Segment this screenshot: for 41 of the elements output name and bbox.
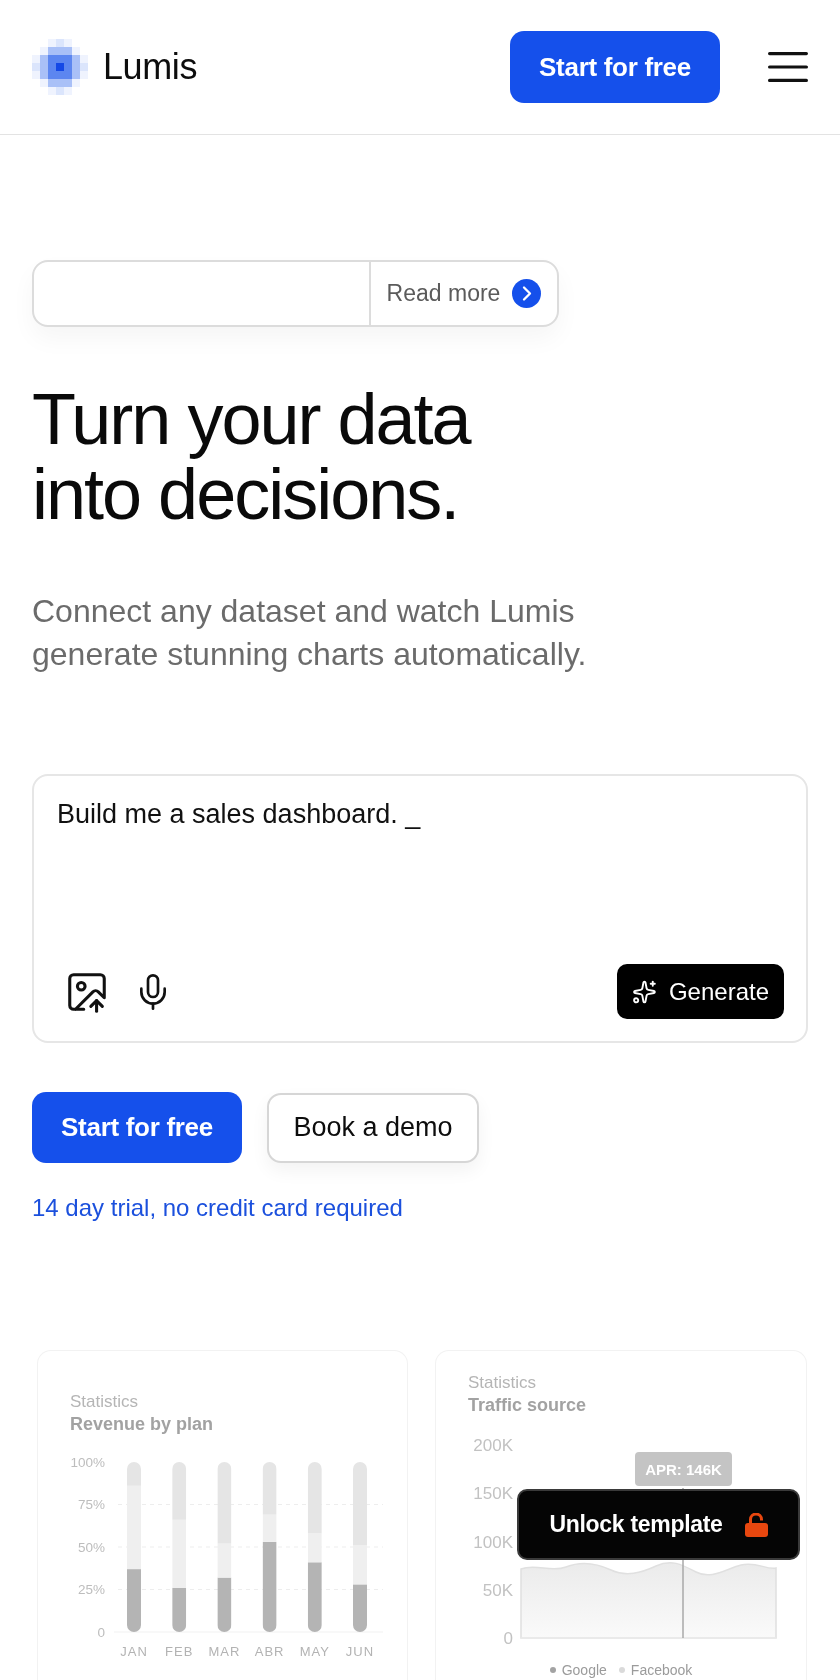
legend-label: Google [561, 1662, 607, 1678]
month-label: FEB [165, 1644, 194, 1659]
brand-name: Lumis [103, 46, 198, 88]
hero-heading: Turn your data into decisions. [32, 382, 472, 532]
menu-icon[interactable] [768, 52, 808, 82]
bar-segment [127, 1569, 141, 1632]
axis-label: 75% [77, 1497, 105, 1512]
month-label: MAY [299, 1644, 330, 1659]
chart-tooltip: APR: 146K [635, 1452, 732, 1486]
axis-label: 25% [77, 1582, 105, 1597]
legend-label: Facebook [630, 1662, 693, 1678]
axis-label: 200K [473, 1436, 513, 1455]
axis-label: 150K [473, 1484, 513, 1504]
primary-button[interactable]: Start for free [510, 31, 720, 103]
axis-label: 100K [473, 1532, 513, 1552]
bar-segment [172, 1462, 187, 1520]
read-more-link[interactable]: Read more [369, 262, 557, 325]
axis-label: 50% [77, 1539, 105, 1555]
month-label: JUN [345, 1644, 375, 1659]
chart-eyebrow: Statistics [70, 1392, 140, 1412]
axis-label: 0 [503, 1629, 513, 1648]
prompt-input[interactable]: Build me a sales dashboard. _ [57, 797, 784, 964]
generate-button[interactable]: Generate [617, 964, 784, 1019]
month-label: MAR [208, 1644, 241, 1659]
trial-note: 14 day trial, no credit card required [32, 1193, 404, 1223]
chart-eyebrow: Statistics [468, 1373, 538, 1393]
chart-title: Revenue by plan [70, 1413, 215, 1435]
chart-title: Traffic source [468, 1394, 588, 1416]
secondary-button[interactable]: Book a demo [267, 1092, 479, 1163]
unlock-button[interactable]: Unlock template [517, 1489, 800, 1560]
hero-subtitle: Connect any dataset and watch Lumis generate stunning charts automatically. [32, 592, 588, 674]
chevron-right-icon [512, 279, 542, 308]
month-label: ABR [254, 1644, 285, 1659]
primary-button[interactable]: Start for free [32, 1092, 242, 1163]
axis-label: 0 [97, 1624, 105, 1640]
axis-label: 50K [482, 1580, 513, 1600]
logo-icon [32, 39, 88, 95]
axis-label: 100% [70, 1454, 105, 1470]
month-label: JAN [120, 1644, 148, 1659]
open-lock-icon [744, 1512, 768, 1537]
bar-segment [353, 1584, 367, 1632]
